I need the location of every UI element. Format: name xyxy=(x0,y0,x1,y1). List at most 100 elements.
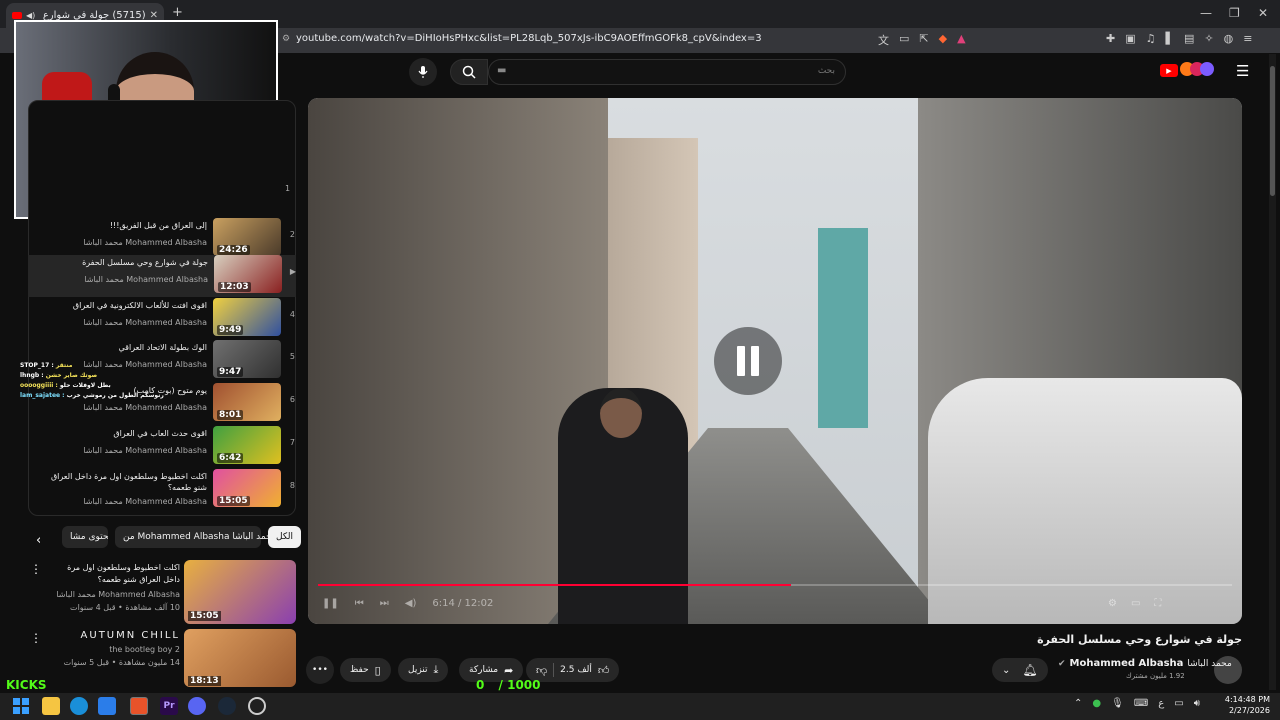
share-label: مشاركة xyxy=(469,665,499,675)
kicks-counter: 0 / 1000 xyxy=(476,678,541,692)
menu-icon[interactable]: ≡ xyxy=(1243,32,1252,45)
tray-app-icon[interactable]: ● xyxy=(1092,698,1101,709)
premiere-icon[interactable]: Pr xyxy=(160,697,178,715)
fullscreen-icon[interactable]: ⛶ xyxy=(1154,598,1161,609)
file-explorer-icon[interactable] xyxy=(42,697,60,715)
recommendation-2-duration: 18:13 xyxy=(188,676,221,686)
page-scrollbar[interactable] xyxy=(1269,54,1276,690)
audio-icon[interactable]: ◀) xyxy=(26,11,35,20)
chip-all[interactable]: الكل xyxy=(268,526,302,548)
start-icon[interactable] xyxy=(12,697,30,715)
network-icon[interactable]: ▭ xyxy=(1174,698,1183,709)
playlist-item[interactable]: 15:05 اكلت اخطبوط وسلطعون اول مرة داخل ال… xyxy=(30,469,295,511)
system-tray: ⌃ ● 🎙︎ ⌨ ع ▭ 🔊︎ xyxy=(1074,698,1200,709)
obs-icon[interactable] xyxy=(248,697,266,715)
video-player[interactable]: ❚❚ ⏮ ⏭ ◀) 6:14 / 12:02 ⚙ ▭ ⛶ xyxy=(308,98,1242,624)
chat-line-1: STOP_17 : منتقر xyxy=(20,362,210,369)
dislike-button[interactable]: 👎︎ xyxy=(536,664,547,677)
extensions-icon[interactable]: ✚ xyxy=(1106,32,1115,45)
playlist-duration: 9:47 xyxy=(217,367,244,377)
avatar-group[interactable] xyxy=(1180,62,1214,76)
recommendation-1-title: اكلت اخطبوط وسلطعون اول مرة داخل العراق … xyxy=(67,563,180,584)
playlist-thumbnail: 9:49 xyxy=(213,298,281,336)
pause-small-icon[interactable]: ❚❚ xyxy=(322,598,339,609)
playlist-item[interactable]: 24:26 إلى العراق من قبل الفريق!!! Mohammed… xyxy=(30,218,295,260)
recommendation-2[interactable]: ⋮ 18:13 AUTUMN CHILL the bootleg boy 2 1… xyxy=(28,629,298,689)
playlist-item[interactable]: 9:49 اقوى افتت للألعاب الالكترونية في الع… xyxy=(30,298,295,340)
voice-search-button[interactable] xyxy=(409,58,437,86)
like-count[interactable]: 2.5 ألف xyxy=(560,665,592,675)
url-field[interactable]: youtube.com/watch?v=DiHIoHsPHxc&list=PL2… xyxy=(296,33,762,44)
share-arrow-icon: ➦ xyxy=(504,663,514,677)
volume-icon[interactable]: ◀) xyxy=(405,598,417,609)
discord-icon[interactable] xyxy=(188,697,206,715)
search-button[interactable] xyxy=(450,59,488,85)
browser-extensions: 文 ▭ ⇱ ◆ ▲ xyxy=(878,32,966,48)
music-icon[interactable]: ♫ xyxy=(1146,32,1156,45)
chip-channel[interactable]: من Mohammed Albasha محمد الباشا xyxy=(115,526,277,548)
download-button[interactable]: تنزيل ⤓ xyxy=(398,658,449,682)
keyboard-icon[interactable]: ⌨ xyxy=(1134,698,1148,709)
leo-icon[interactable]: ✧ xyxy=(1204,32,1213,45)
recommendation-2-thumbnail: 18:13 xyxy=(184,629,296,687)
chat-user-1: STOP_17 : xyxy=(20,362,54,369)
save-button[interactable]: حفظ ▯ xyxy=(340,658,391,682)
wallet-icon[interactable]: ▤ xyxy=(1184,32,1194,45)
youtube-logo[interactable]: ▶ xyxy=(1160,64,1178,77)
playlist-duration: 8:01 xyxy=(217,410,244,420)
playlist-item[interactable]: 12:03 جولة في شوارع وحي مسلسل الحفرة Moham… xyxy=(28,255,296,297)
clock[interactable]: 4:14:48 PM 2/27/2026 xyxy=(1222,694,1270,716)
volume-tray-icon[interactable]: 🔊︎ xyxy=(1194,698,1200,709)
cast-icon[interactable]: ▭ xyxy=(899,32,909,48)
chat-line-4: lam_sajatee : رنوسكم الطول من رموشي خرب xyxy=(20,392,210,399)
more-actions-button[interactable]: ••• xyxy=(306,656,334,684)
chip-more[interactable]: محتوى مشا... xyxy=(62,526,108,548)
recommendation-2-menu-icon[interactable]: ⋮ xyxy=(30,631,42,645)
new-tab-button[interactable]: + xyxy=(172,5,183,20)
share-icon[interactable]: ⇱ xyxy=(919,32,928,48)
guide-menu-icon[interactable]: ☰ xyxy=(1236,62,1249,80)
time-display: 6:14 / 12:02 xyxy=(432,598,494,609)
minimize-button[interactable]: — xyxy=(1200,6,1212,20)
channel-name-ar: محمد الباشا xyxy=(1187,658,1232,669)
close-window-button[interactable]: ✕ xyxy=(1258,6,1268,20)
page-info-icon[interactable]: ⚙ xyxy=(282,34,290,44)
rewards-icon[interactable]: ▲ xyxy=(957,32,965,48)
like-button[interactable]: 👍︎ xyxy=(598,664,610,677)
playlist-index: 4 xyxy=(289,310,295,319)
progress-track[interactable] xyxy=(318,584,1232,586)
steam-icon[interactable] xyxy=(218,697,236,715)
tray-mic-icon[interactable]: 🎙︎ xyxy=(1111,698,1124,709)
channel-name-row[interactable]: ✔ Mohammed Albasha محمد الباشا xyxy=(1058,658,1232,669)
store-icon[interactable] xyxy=(98,697,116,715)
next-icon[interactable]: ⏭ xyxy=(380,598,389,609)
scrollbar-thumb[interactable] xyxy=(1270,66,1275,196)
chip-scroll-left[interactable]: ‹ xyxy=(36,533,41,548)
previous-icon[interactable]: ⏮ xyxy=(355,598,364,609)
recommendation-1-menu-icon[interactable]: ⋮ xyxy=(30,562,42,576)
vpn-icon[interactable]: ◍ xyxy=(1224,32,1234,45)
edge-icon[interactable] xyxy=(70,697,88,715)
reader-icon[interactable]: ▣ xyxy=(1125,32,1135,45)
brave-icon[interactable] xyxy=(130,697,148,715)
language-indicator[interactable]: ع xyxy=(1158,698,1164,709)
search-icon xyxy=(462,65,476,79)
settings-icon[interactable]: ⚙ xyxy=(1108,598,1117,609)
pause-button[interactable] xyxy=(714,327,782,395)
maximize-button[interactable]: ❐ xyxy=(1229,6,1240,20)
tray-chevron-icon[interactable]: ⌃ xyxy=(1074,698,1082,709)
microphone-icon xyxy=(418,66,428,78)
like-divider xyxy=(553,663,555,677)
recommendation-1[interactable]: ⋮ 15:05 اكلت اخطبوط وسلطعون اول مرة داخل… xyxy=(28,560,298,624)
playlist-thumbnail: 12:03 xyxy=(214,255,282,293)
sidebar-icon[interactable]: ▌ xyxy=(1166,32,1174,45)
search-input[interactable]: ▬ بحث xyxy=(488,59,846,85)
miniplayer-icon[interactable]: ▭ xyxy=(1131,598,1140,609)
playlist-index: ▶ xyxy=(289,267,296,276)
playlist-title: الوك بطولة الاتحاد العراقي xyxy=(118,343,208,352)
translate-icon[interactable]: 文 xyxy=(878,32,889,48)
brave-shield-icon[interactable]: ◆ xyxy=(939,32,947,48)
subscription-bell-button[interactable]: ⌄ 🔔︎ xyxy=(992,658,1048,682)
playlist-item-1-index: 1 xyxy=(285,184,291,193)
playlist-item[interactable]: 6:42 اقوى حدث العاب في العراق Mohammed Alb… xyxy=(30,426,295,468)
